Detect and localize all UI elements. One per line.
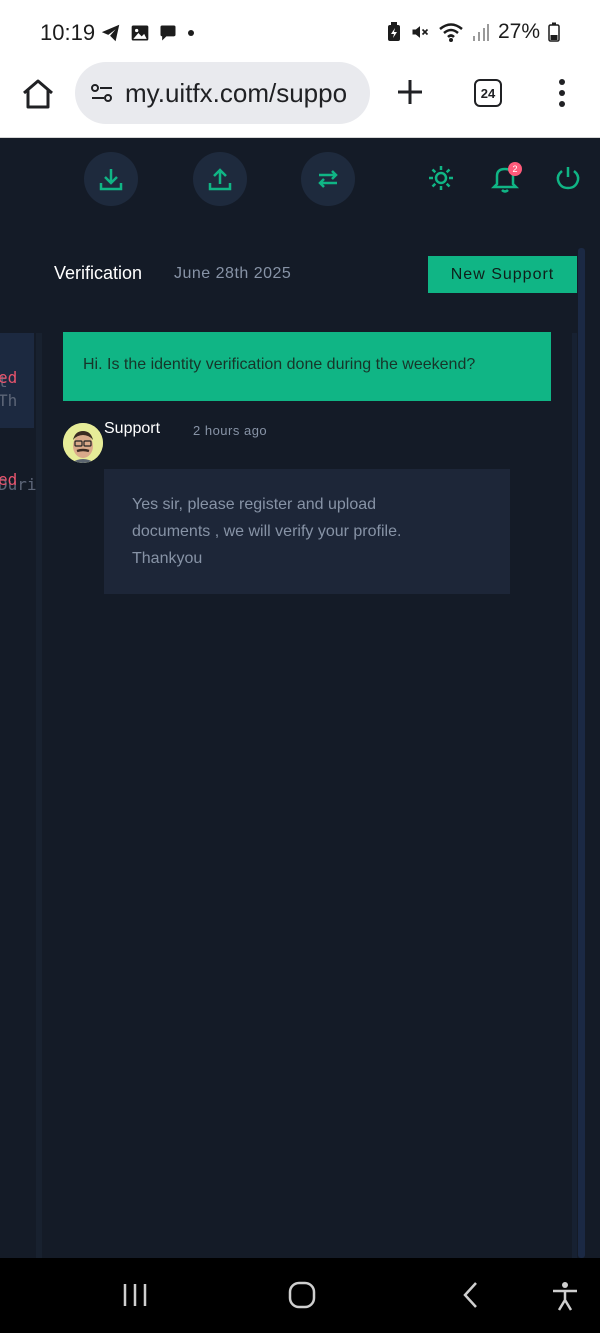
- download-icon: [99, 169, 123, 191]
- message-sender: Support: [104, 420, 161, 437]
- avatar: [63, 423, 103, 463]
- home-icon[interactable]: [20, 76, 56, 112]
- status-notification-icons: [100, 22, 196, 44]
- upload-icon: [208, 168, 232, 191]
- more-options-icon[interactable]: [554, 78, 570, 108]
- status-bar: 10:19 27%: [0, 0, 600, 62]
- battery-icon: [548, 22, 560, 42]
- logout-button[interactable]: [550, 160, 586, 196]
- address-bar[interactable]: my.uitfx.com/suppo: [75, 62, 370, 124]
- recent-apps-icon[interactable]: [120, 1280, 150, 1310]
- telegram-icon: [101, 24, 120, 42]
- mute-icon: [412, 26, 429, 38]
- back-icon[interactable]: [458, 1280, 484, 1310]
- chat-icon: [160, 25, 176, 41]
- url-text[interactable]: my.uitfx.com/suppo: [125, 78, 347, 109]
- wifi-icon: [439, 23, 463, 42]
- new-support-button[interactable]: New Support: [428, 256, 577, 293]
- ticket-status-badge: ed: [0, 470, 18, 489]
- deposit-button[interactable]: [84, 152, 138, 206]
- battery-percent: 27%: [497, 20, 540, 43]
- chat-scrollbar-track: [572, 333, 577, 1258]
- status-time: 10:19: [40, 20, 96, 45]
- transfer-icon: [318, 170, 338, 188]
- browser-toolbar: my.uitfx.com/suppo 24: [0, 62, 600, 138]
- accessibility-icon[interactable]: [550, 1280, 580, 1312]
- reply-line: documents , we will verify your profile.: [132, 523, 402, 540]
- theme-toggle-button[interactable]: [423, 160, 459, 196]
- sun-icon: [429, 166, 453, 190]
- message-timestamp: 2 hours ago: [193, 423, 268, 438]
- notifications-button[interactable]: 2: [487, 160, 523, 196]
- ticket-list-panel: t Th ed Duri ed: [0, 333, 36, 1258]
- new-tab-icon[interactable]: [394, 76, 426, 108]
- page-scrollbar[interactable]: [578, 248, 585, 1258]
- site-settings-icon[interactable]: [89, 80, 115, 106]
- tab-switcher-button[interactable]: 24: [474, 79, 502, 107]
- notification-badge: 2: [508, 162, 522, 176]
- support-avatar-icon: [63, 423, 103, 463]
- transfer-button[interactable]: [301, 152, 355, 206]
- withdraw-button[interactable]: [193, 152, 247, 206]
- app-top-nav: 2: [0, 138, 600, 220]
- ticket-title: Verification: [54, 263, 143, 283]
- ticket-status-badge: ed: [0, 368, 18, 387]
- dot-icon: [188, 30, 194, 36]
- user-message-bubble: Hi. Is the identity verification done du…: [63, 332, 551, 401]
- ticket-date: June 28th 2025: [174, 265, 292, 282]
- battery-saver-icon: [387, 22, 400, 41]
- support-reply-bubble: Yes sir, please register and upload docu…: [104, 469, 510, 594]
- power-icon: [556, 167, 580, 190]
- home-nav-icon[interactable]: [286, 1280, 318, 1310]
- panel-divider: [36, 333, 42, 1258]
- signal-icon: [472, 24, 489, 41]
- status-system-icons: 27%: [386, 20, 560, 44]
- gallery-icon: [131, 25, 149, 41]
- system-nav-bar: [0, 1258, 600, 1333]
- reply-line: Yes sir, please register and upload: [132, 496, 377, 513]
- reply-line: Thankyou: [132, 550, 203, 567]
